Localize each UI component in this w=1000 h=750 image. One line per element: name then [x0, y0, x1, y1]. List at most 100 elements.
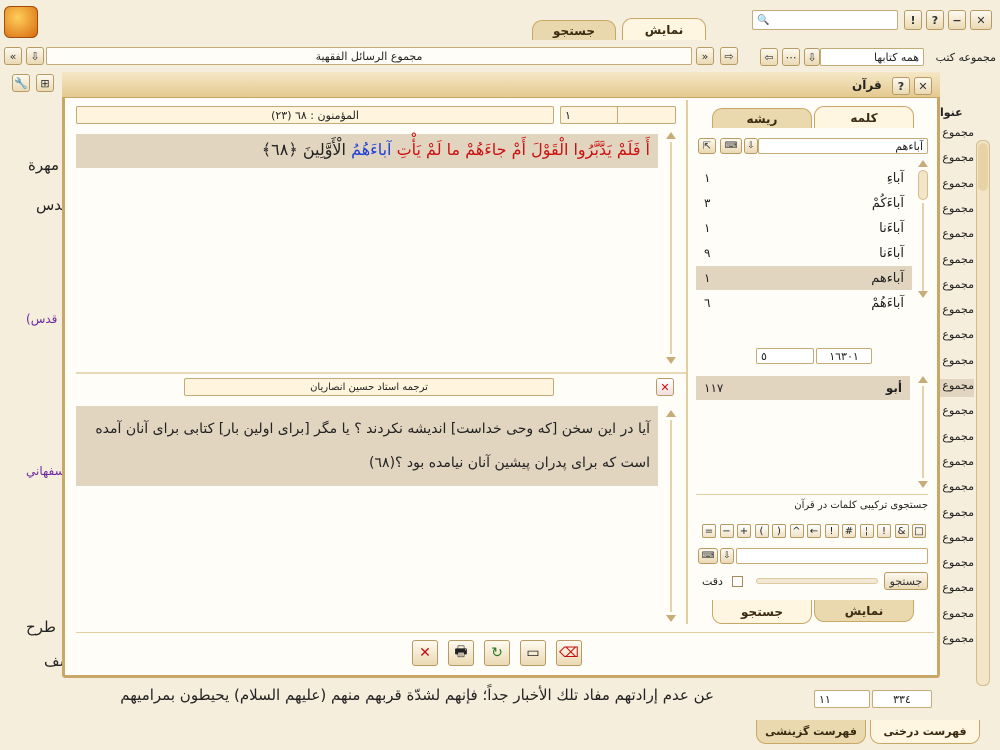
operator-button[interactable]: # — [842, 524, 856, 538]
collection-select[interactable]: همه كتابها — [820, 48, 924, 66]
right-side-scrollbar[interactable] — [976, 140, 990, 686]
root-row[interactable]: أبو ١١٧ — [696, 376, 910, 400]
side-list-item[interactable]: مجموع — [940, 506, 974, 524]
operator-button[interactable]: − — [719, 524, 734, 538]
side-list-item[interactable]: مجموع — [940, 531, 974, 549]
tab-word[interactable]: كلمه — [814, 106, 914, 128]
combo-keyboard-icon[interactable]: ⌨ — [698, 548, 718, 564]
collection-more-button[interactable]: ⋯ — [782, 48, 800, 66]
toolbar-print-button[interactable]: 🖶 — [448, 640, 474, 666]
side-list-item[interactable]: مجموع — [940, 632, 974, 650]
side-list-item[interactable]: مجموع — [940, 581, 974, 599]
side-list-item[interactable]: مجموع — [940, 278, 974, 296]
side-list-item[interactable]: مجموع — [940, 253, 974, 271]
scroll-track[interactable] — [922, 386, 924, 478]
toolbar-page-button[interactable]: ▭ — [520, 640, 546, 666]
operator-button[interactable]: & — [894, 524, 909, 538]
tab-root[interactable]: ریشه — [712, 108, 812, 128]
word-back-icon[interactable]: ⇱ — [698, 138, 716, 154]
scroll-up-icon[interactable] — [666, 410, 676, 417]
side-list-item[interactable]: مجموع — [940, 404, 974, 422]
side-list-item[interactable]: مجموع — [940, 379, 974, 397]
word-list-row[interactable]: آباءهم ١ — [696, 266, 912, 290]
scroll-down-icon[interactable] — [918, 291, 928, 298]
nav-forward-button[interactable]: ⇨ — [720, 47, 738, 65]
toolbar-close-button[interactable]: ✕ — [412, 640, 438, 666]
nav-next-double-button[interactable]: » — [696, 47, 714, 65]
scroll-up-icon[interactable] — [666, 132, 676, 139]
operator-button[interactable]: ← — [807, 524, 821, 538]
layout-icon[interactable]: ⊞ — [36, 74, 54, 92]
combo-search-button[interactable]: جستجو — [884, 572, 928, 590]
word-list-row[interactable]: آباءِ ١ — [696, 166, 912, 190]
wrench-icon[interactable]: 🔧 — [12, 74, 30, 92]
collection-back-button[interactable]: ⇦ — [760, 48, 778, 66]
scroll-down-icon[interactable] — [918, 481, 928, 488]
operator-button[interactable]: ! — [824, 524, 839, 538]
word-list-row[interactable]: آباءَهُمْ ٦ — [696, 291, 912, 315]
toolbar-refresh-button[interactable]: ↻ — [484, 640, 510, 666]
precision-checkbox[interactable] — [732, 576, 743, 587]
combo-search-input[interactable] — [736, 548, 928, 564]
side-list-item[interactable]: مجموع — [940, 126, 974, 144]
minimize-button[interactable]: − — [948, 10, 966, 30]
root-list-scrollbar[interactable] — [916, 376, 930, 488]
scroll-track[interactable] — [670, 420, 672, 612]
help-button[interactable]: ? — [926, 10, 944, 30]
operator-button[interactable]: ! — [877, 524, 891, 538]
side-list-item[interactable]: مجموع — [940, 328, 974, 346]
close-app-button[interactable]: ✕ — [970, 10, 992, 30]
tab-bottom-view[interactable]: نمایش — [814, 600, 914, 622]
nav-prev-button[interactable]: ⇩ — [26, 47, 44, 65]
tab-selective-index[interactable]: فهرست گزینشی — [756, 720, 866, 744]
side-list-item[interactable]: مجموع — [940, 430, 974, 448]
word-list-row[interactable]: آباءَكُمْ ٣ — [696, 191, 912, 215]
side-list-item[interactable]: مجموع — [940, 354, 974, 372]
dialog-close-button[interactable]: ✕ — [914, 77, 932, 95]
side-list-item[interactable]: مجموع — [940, 227, 974, 245]
verse-num-box-2[interactable]: ١ — [560, 106, 618, 124]
scroll-up-icon[interactable] — [918, 376, 928, 383]
word-list-row[interactable]: آباءَنا ١ — [696, 216, 912, 240]
top-search-input[interactable]: 🔍 — [752, 10, 898, 30]
side-list-item[interactable]: مجموع — [940, 151, 974, 169]
operator-button[interactable]: ¦ — [859, 524, 874, 538]
side-list-item[interactable]: مجموع — [940, 455, 974, 473]
translation-close-button[interactable]: ✕ — [656, 378, 674, 396]
verse-scrollbar[interactable] — [664, 132, 678, 364]
operator-button[interactable]: □ — [912, 524, 926, 538]
operator-button[interactable]: ) — [772, 524, 786, 538]
help-alert-button[interactable]: ! — [904, 10, 922, 30]
scroll-down-icon[interactable] — [666, 357, 676, 364]
word-list-row[interactable]: آباءَنا ٩ — [696, 241, 912, 265]
side-list-item[interactable]: مجموع — [940, 303, 974, 321]
nav-left-double-button[interactable]: « — [4, 47, 22, 65]
word-input[interactable]: آباءهم — [758, 138, 928, 154]
scroll-up-icon[interactable] — [918, 160, 928, 167]
keyboard-icon[interactable]: ⌨ — [720, 138, 742, 154]
collection-dropdown-button[interactable]: ⇩ — [804, 48, 820, 66]
tab-bottom-search[interactable]: جستجو — [712, 600, 812, 624]
dialog-help-button[interactable]: ? — [892, 77, 910, 95]
side-list-item[interactable]: مجموع — [940, 607, 974, 625]
side-list-item[interactable]: مجموع — [940, 202, 974, 220]
side-list-item[interactable]: مجموع — [940, 480, 974, 498]
side-list-item[interactable]: مجموع — [940, 556, 974, 574]
word-dropdown-button[interactable]: ⇩ — [744, 138, 758, 154]
operator-button[interactable]: + — [737, 524, 751, 538]
app-logo[interactable] — [4, 6, 38, 38]
precision-slider[interactable] — [756, 578, 878, 584]
operator-button[interactable]: ^ — [789, 524, 804, 538]
translation-scrollbar[interactable] — [664, 410, 678, 622]
operator-button[interactable]: ( — [754, 524, 769, 538]
word-list-scrollbar[interactable] — [916, 160, 930, 300]
scroll-track[interactable] — [922, 203, 924, 291]
toolbar-clear-button[interactable]: ⌫ — [556, 640, 582, 666]
combo-dropdown-button[interactable]: ⇩ — [720, 548, 734, 564]
side-list-item[interactable]: مجموع — [940, 177, 974, 195]
scroll-down-icon[interactable] — [666, 615, 676, 622]
scroll-thumb[interactable] — [918, 170, 928, 200]
side-scroll-thumb[interactable] — [978, 143, 988, 191]
operator-button[interactable]: = — [702, 524, 716, 538]
tab-search[interactable]: جستجو — [532, 20, 616, 40]
